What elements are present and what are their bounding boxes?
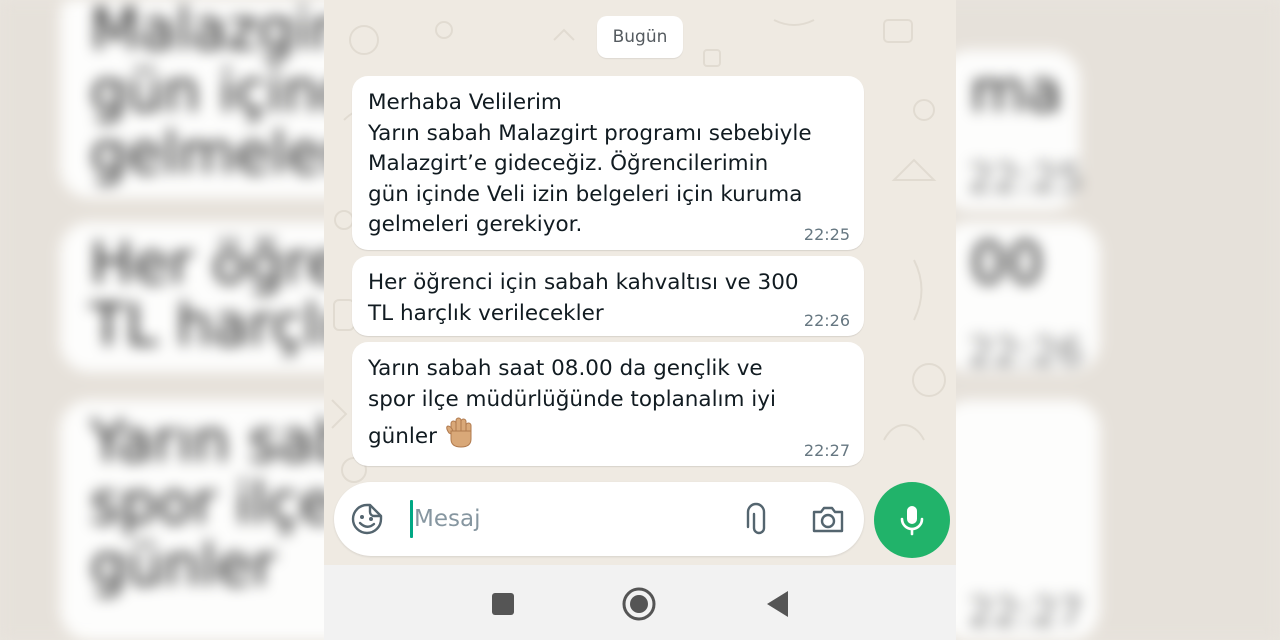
text-cursor — [410, 500, 413, 538]
message-time: 22:27 — [803, 441, 850, 460]
raised-hand-emoji-icon — [443, 415, 477, 459]
message-text: Yarın sabah saat 08.00 da gençlik ve spo… — [368, 354, 848, 459]
message-composer[interactable]: Mesaj — [334, 482, 864, 556]
camera-icon[interactable] — [808, 500, 848, 538]
system-navigation-bar — [324, 565, 956, 640]
message-bubble[interactable]: Merhaba Velilerim Yarın sabah Malazgirt … — [352, 76, 864, 250]
message-time: 22:25 — [803, 225, 850, 244]
message-time: 22:26 — [803, 311, 850, 330]
microphone-icon[interactable] — [874, 482, 950, 558]
bg-time-1: 22:25 — [968, 156, 1084, 202]
message-text-content: Yarın sabah saat 08.00 da gençlik ve spo… — [368, 356, 776, 449]
bg-time-3: 22:27 — [968, 590, 1084, 636]
message-bubble[interactable]: Her öğrenci için sabah kahvaltısı ve 300… — [352, 256, 864, 336]
paperclip-icon[interactable] — [738, 500, 774, 538]
message-text: Her öğrenci için sabah kahvaltısı ve 300… — [368, 270, 799, 326]
message-input[interactable]: Mesaj — [414, 500, 714, 538]
recents-square-icon[interactable] — [488, 589, 518, 619]
chat-screen: Bugün Merhaba Velilerim Yarın sabah Mala… — [324, 0, 956, 640]
back-triangle-icon[interactable] — [762, 587, 792, 621]
sticker-smiley-icon[interactable] — [348, 500, 386, 538]
bg-time-2: 22:26 — [968, 330, 1084, 376]
date-separator: Bugün — [597, 16, 683, 58]
message-text: Merhaba Velilerim Yarın sabah Malazgirt … — [368, 90, 812, 237]
message-bubble[interactable]: Yarın sabah saat 08.00 da gençlik ve spo… — [352, 342, 864, 466]
home-circle-icon[interactable] — [620, 585, 658, 623]
